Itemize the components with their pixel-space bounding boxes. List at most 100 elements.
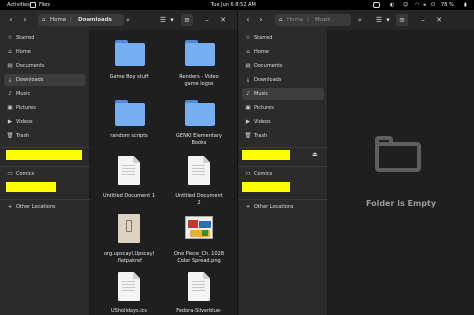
forward-button[interactable]: › bbox=[20, 15, 30, 25]
view-options-dropdown[interactable]: ▾ bbox=[384, 14, 392, 26]
path-bar[interactable]: ⌂ Home / Downloads bbox=[38, 14, 124, 26]
wifi-icon[interactable]: ◠ bbox=[415, 2, 419, 8]
sidebar-item-label: Music bbox=[254, 91, 269, 97]
sidebar-item-videos[interactable]: ▶ Videos bbox=[242, 116, 324, 128]
folder-item[interactable]: random scripts bbox=[99, 100, 159, 150]
sidebar-item-starred[interactable]: ☆ Starred bbox=[242, 32, 324, 44]
folder-item[interactable]: Renders - Video game logos bbox=[169, 40, 229, 96]
document-item[interactable]: Untitled Document 2 bbox=[169, 156, 229, 210]
sidebar-item-documents[interactable]: ▤ Documents bbox=[242, 60, 324, 72]
sidebar-item-documents[interactable]: ▤ Documents bbox=[4, 60, 86, 72]
empty-folder-message: Folder is Empty bbox=[365, 199, 437, 208]
back-button[interactable]: ‹ bbox=[243, 15, 253, 25]
close-button[interactable]: ✕ bbox=[217, 14, 229, 26]
sidebar-divider bbox=[0, 147, 90, 148]
sidebar-item-music[interactable]: ♪ Music bbox=[4, 88, 86, 100]
file-name-line: Renders - Video bbox=[179, 74, 219, 80]
folder-item[interactable]: Game Boy stuff bbox=[99, 40, 159, 90]
volume-icon[interactable]: ◂ bbox=[423, 2, 426, 8]
battery-level[interactable]: 78 % bbox=[441, 2, 454, 8]
clock[interactable]: Tue Jun 6 8:52 AM bbox=[211, 2, 256, 8]
sidebar-item-label: Documents bbox=[254, 63, 283, 69]
close-button[interactable]: ✕ bbox=[433, 14, 445, 26]
file-name-line: 2 bbox=[197, 200, 201, 206]
sidebar-item-starred[interactable]: ☆ Starred bbox=[4, 32, 86, 44]
activities-button[interactable]: Activities bbox=[7, 2, 30, 8]
sidebar-item-label: Downloads bbox=[16, 77, 44, 83]
sidebar-item-label: Home bbox=[254, 49, 269, 55]
breadcrumb-home[interactable]: Home bbox=[50, 14, 66, 26]
sidebar-item-pictures[interactable]: ▣ Pictures bbox=[4, 102, 86, 114]
star-icon: ☆ bbox=[245, 35, 251, 41]
document-item[interactable]: USholidays.ics bbox=[99, 272, 159, 315]
text-document-icon bbox=[118, 156, 140, 185]
forward-button[interactable]: › bbox=[256, 15, 266, 25]
redacted-bookmark[interactable] bbox=[6, 182, 56, 192]
file-name-line: Books bbox=[191, 140, 207, 146]
sidebar-item-label: Other Locations bbox=[16, 204, 56, 210]
sidebar-item-music[interactable]: ♪ Music bbox=[242, 88, 324, 100]
sidebar-item-videos[interactable]: ▶ Videos bbox=[4, 116, 86, 128]
file-name: Fedora-Silverblue- bbox=[176, 308, 222, 314]
sidebar-item-label: Comics bbox=[16, 171, 35, 177]
app-menu[interactable]: Files bbox=[39, 2, 50, 8]
battery-icon[interactable]: ▮ bbox=[464, 2, 467, 8]
back-button[interactable]: ‹ bbox=[6, 15, 16, 25]
path-bar[interactable]: ⌂ Home / Music bbox=[275, 14, 351, 26]
pictures-icon: ▣ bbox=[245, 105, 251, 111]
document-item[interactable]: Fedora-Silverblue- bbox=[169, 272, 229, 315]
search-button[interactable]: ⌕ bbox=[354, 14, 366, 26]
sidebar-item-comics[interactable]: ▭ Comics bbox=[4, 168, 86, 180]
sidebar-item-other-locations[interactable]: + Other Locations bbox=[4, 201, 86, 213]
folder-item[interactable]: GENKI Elementary Books bbox=[169, 100, 229, 156]
sidebar-item-label: Starred bbox=[254, 35, 273, 41]
redacted-device[interactable] bbox=[6, 150, 82, 160]
breadcrumb-downloads[interactable]: Downloads bbox=[78, 14, 112, 26]
minimize-button[interactable]: – bbox=[201, 14, 213, 26]
breadcrumb-music[interactable]: Music bbox=[315, 14, 331, 26]
image-item[interactable]: One Piece_Ch. 1028 Color Spread.png bbox=[169, 216, 229, 270]
file-name-line: GENKI Elementary bbox=[176, 133, 222, 139]
breadcrumb-separator: / bbox=[70, 17, 72, 23]
text-document-icon bbox=[188, 156, 210, 185]
sidebar-item-trash[interactable]: 🗑 Trash bbox=[242, 130, 324, 142]
redacted-bookmark[interactable] bbox=[242, 182, 290, 192]
package-item[interactable]: org.upscayl.Upscayl .flatpakref bbox=[99, 214, 159, 268]
file-name: Untitled Document 1 bbox=[102, 193, 156, 199]
main-menu-button[interactable]: ≡ bbox=[181, 14, 193, 26]
videos-icon: ▶ bbox=[245, 119, 251, 125]
sidebar-item-other-locations[interactable]: + Other Locations bbox=[242, 201, 324, 213]
sidebar-item-downloads[interactable]: ⤓ Downloads bbox=[4, 74, 86, 86]
minimize-button[interactable]: – bbox=[417, 14, 429, 26]
sidebar-divider bbox=[0, 199, 90, 200]
sidebar-divider bbox=[238, 199, 328, 200]
sidebar-item-home[interactable]: ⌂ Home bbox=[4, 46, 86, 58]
accessibility-icon[interactable]: ☺ bbox=[403, 2, 408, 8]
sidebar-divider bbox=[238, 166, 328, 167]
sidebar-item-label: Documents bbox=[16, 63, 45, 69]
files-window-downloads: ‹ › ☆ Starred ⌂ Home ▤ Documents ⤓ Downl… bbox=[0, 10, 237, 315]
sidebar-item-label: Videos bbox=[16, 119, 33, 125]
sidebar-item-pictures[interactable]: ▣ Pictures bbox=[242, 102, 324, 114]
network-icon[interactable]: ◐ bbox=[390, 2, 394, 8]
file-view: ⌕ ☰ ▾ ≡ – ✕ Game Boy stuff Renders - Vid… bbox=[40, 10, 237, 315]
sidebar: ‹ › ☆ Starred ⌂ Home ▤ Documents ⤓ Downl… bbox=[0, 10, 90, 315]
plus-icon: + bbox=[7, 204, 13, 210]
breadcrumb-home[interactable]: Home bbox=[287, 14, 303, 26]
sidebar-item-label: Downloads bbox=[254, 77, 282, 83]
folder-icon bbox=[185, 40, 215, 66]
power-icon[interactable]: ⏻ bbox=[431, 2, 435, 8]
sidebar-item-downloads[interactable]: ⤓ Downloads bbox=[242, 74, 324, 86]
eject-icon[interactable]: ⏏ bbox=[312, 151, 318, 158]
document-item[interactable]: Untitled Document 1 bbox=[99, 156, 159, 204]
folder-icon bbox=[115, 40, 145, 66]
view-options-dropdown[interactable]: ▾ bbox=[168, 14, 176, 26]
sidebar-item-home[interactable]: ⌂ Home bbox=[242, 46, 324, 58]
image-thumbnail bbox=[185, 216, 213, 239]
sidebar-item-comics[interactable]: ▭ Comics bbox=[242, 168, 324, 180]
star-icon: ☆ bbox=[7, 35, 13, 41]
main-menu-button[interactable]: ≡ bbox=[396, 14, 408, 26]
redacted-device[interactable] bbox=[242, 150, 290, 160]
sidebar-item-trash[interactable]: 🗑 Trash bbox=[4, 130, 86, 142]
sidebar-divider bbox=[0, 166, 90, 167]
